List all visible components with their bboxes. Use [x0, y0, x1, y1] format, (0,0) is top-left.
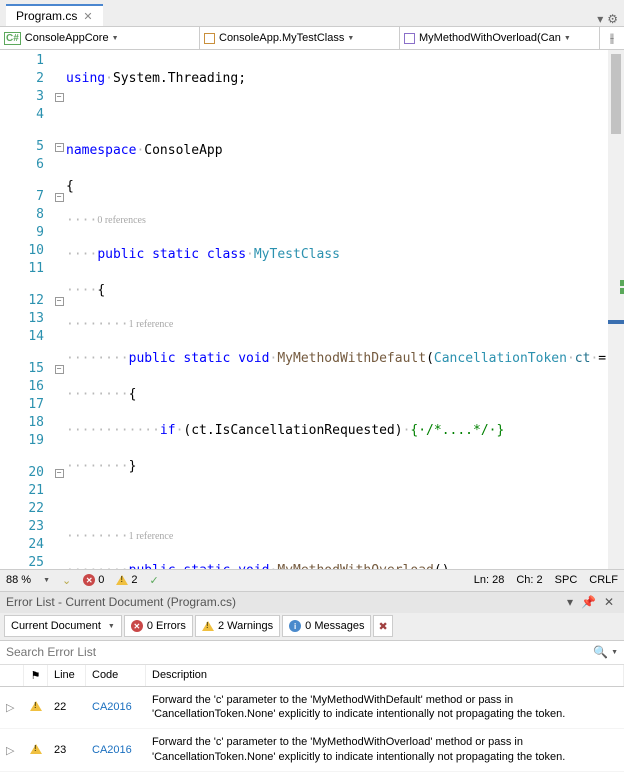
close-icon[interactable]: ✕ [600, 595, 618, 609]
warning-icon [30, 744, 42, 754]
fold-toggle[interactable]: − [55, 297, 64, 306]
tab-title: Program.cs [16, 9, 77, 23]
method-icon [404, 33, 415, 44]
chevron-down-icon: ▼ [108, 623, 115, 630]
warning-icon [202, 621, 214, 631]
chevron-down-icon[interactable]: ▼ [43, 577, 50, 584]
nav-member-label: MyMethodWithOverload(Can [419, 32, 561, 44]
errorlist-table: ⚑ Line Code Description ▷ 22 CA2016 Forw… [0, 665, 624, 772]
row-code[interactable]: CA2016 [86, 695, 146, 719]
nav-project[interactable]: C# ConsoleAppCore ▼ [0, 27, 200, 49]
warning-count[interactable]: 2 [116, 574, 137, 586]
nav-member[interactable]: MyMethodWithOverload(Can ▼ [400, 27, 600, 49]
table-header: ⚑ Line Code Description [0, 665, 624, 687]
pin-icon[interactable]: 📌 [577, 595, 600, 609]
dropdown-icon[interactable]: ▾ [563, 595, 577, 609]
editor-statusbar: 88 % ▼ ⌄ ✕0 2 ✓ Ln: 28 Ch: 2 SPC CRLF [0, 569, 624, 591]
nav-class[interactable]: ConsoleApp.MyTestClass ▼ [200, 27, 400, 49]
line-number-gutter: 1234567891011121314151617181920212223242… [0, 50, 52, 569]
document-tab[interactable]: Program.cs ✕ [6, 4, 103, 26]
caret-line[interactable]: Ln: 28 [474, 574, 505, 586]
fold-toggle[interactable]: − [55, 193, 64, 202]
row-line: 23 [48, 738, 86, 762]
fold-toggle[interactable]: − [55, 143, 64, 152]
nav-project-label: ConsoleAppCore [25, 32, 109, 44]
error-icon: ✕ [83, 574, 95, 586]
split-icon: ⫲ [610, 30, 614, 46]
info-icon: i [289, 620, 301, 632]
clear-filters[interactable]: ✖ [373, 615, 392, 637]
desc-header[interactable]: Description [146, 665, 624, 686]
table-row[interactable]: ▷ 23 CA2016 Forward the 'c' parameter to… [0, 729, 624, 772]
chevron-down-icon: ▼ [112, 35, 119, 42]
line-header[interactable]: Line [48, 665, 86, 686]
fold-gutter: − − − − − − [52, 50, 66, 569]
warning-icon [30, 701, 42, 711]
errorlist-toolbar: Current Document▼ ✕0 Errors 2 Warnings i… [0, 613, 624, 641]
table-row[interactable]: ▷ 22 CA2016 Forward the 'c' parameter to… [0, 687, 624, 730]
scroll-marker [620, 288, 624, 294]
navigation-bar: C# ConsoleAppCore ▼ ConsoleApp.MyTestCla… [0, 26, 624, 50]
build-status-icon[interactable]: ✓ [149, 574, 158, 587]
nav-class-label: ConsoleApp.MyTestClass [219, 32, 344, 44]
row-code[interactable]: CA2016 [86, 738, 146, 762]
severity-header[interactable]: ⚑ [24, 665, 48, 686]
chevron-down-icon: ▼ [564, 35, 571, 42]
scope-dropdown[interactable]: Current Document▼ [4, 615, 122, 637]
row-desc: Forward the 'c' parameter to the 'MyMeth… [146, 687, 624, 729]
errorlist-title: Error List - Current Document (Program.c… [6, 595, 236, 609]
gear-icon[interactable]: ⚙ [607, 12, 618, 26]
chevron-down-icon: ▼ [347, 35, 354, 42]
search-input[interactable] [6, 645, 593, 659]
scroll-marker [608, 320, 624, 324]
vertical-scrollbar[interactable] [608, 50, 624, 569]
scroll-marker [620, 280, 624, 286]
search-icon[interactable]: 🔍 [593, 645, 608, 659]
class-icon [204, 33, 215, 44]
filter-messages[interactable]: i0 Messages [282, 615, 371, 637]
warning-icon [116, 575, 128, 585]
dropdown-icon[interactable]: ▾ [597, 12, 603, 26]
code-editor[interactable]: 1234567891011121314151617181920212223242… [0, 50, 624, 569]
csharp-project-icon: C# [4, 32, 21, 45]
line-endings[interactable]: CRLF [589, 574, 618, 586]
error-icon: ✕ [131, 620, 143, 632]
clear-filter-icon: ✖ [378, 620, 387, 633]
error-count[interactable]: ✕0 [83, 574, 104, 586]
expand-icon[interactable]: ▷ [0, 695, 24, 720]
errorlist-search-row: 🔍 ▼ [0, 641, 624, 665]
fold-toggle[interactable]: − [55, 93, 64, 102]
document-tabbar: Program.cs ✕ ▾ ⚙ [0, 0, 624, 26]
scrollbar-thumb[interactable] [611, 54, 621, 134]
row-line: 22 [48, 695, 86, 719]
code-content[interactable]: using·System.Threading; namespace·Consol… [66, 50, 608, 569]
expand-icon[interactable]: ▷ [0, 738, 24, 763]
lightbulb-icon[interactable]: ⌄ [62, 574, 71, 587]
close-icon[interactable]: ✕ [83, 10, 92, 23]
row-desc: Forward the 'c' parameter to the 'MyMeth… [146, 729, 624, 771]
filter-warnings[interactable]: 2 Warnings [195, 615, 280, 637]
caret-col[interactable]: Ch: 2 [516, 574, 542, 586]
split-button[interactable]: ⫲ [600, 27, 624, 49]
fold-toggle[interactable]: − [55, 469, 64, 478]
filter-errors[interactable]: ✕0 Errors [124, 615, 193, 637]
indent-mode[interactable]: SPC [555, 574, 578, 586]
zoom-level[interactable]: 88 % [6, 574, 31, 586]
code-header[interactable]: Code [86, 665, 146, 686]
errorlist-header: Error List - Current Document (Program.c… [0, 591, 624, 613]
fold-toggle[interactable]: − [55, 365, 64, 374]
chevron-down-icon[interactable]: ▼ [611, 649, 618, 656]
